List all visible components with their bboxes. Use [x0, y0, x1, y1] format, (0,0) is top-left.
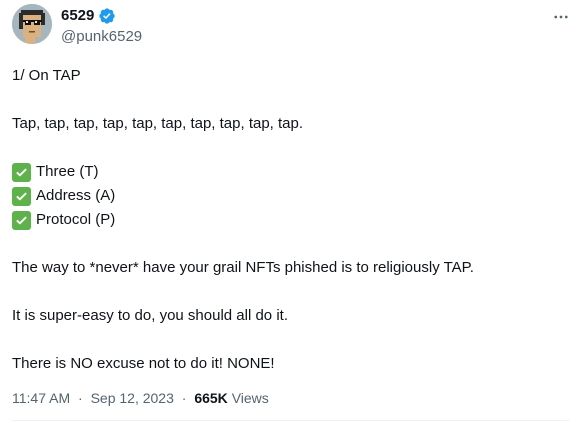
verified-badge-icon: [99, 8, 116, 24]
checklist-item-protocol: Protocol (P): [12, 208, 572, 232]
more-options-button[interactable]: [548, 4, 574, 30]
tweet-line-easy: It is super-easy to do, you should all d…: [12, 307, 288, 324]
meta-separator: ·: [78, 390, 83, 406]
avatar[interactable]: [12, 4, 52, 44]
checklist-label: Protocol (P): [36, 211, 116, 228]
tweet-line-taps: Tap, tap, tap, tap, tap, tap, tap, tap, …: [12, 115, 304, 132]
tweet-line-excuse: There is NO excuse not to do it! NONE!: [12, 355, 275, 372]
meta-separator: ·: [181, 390, 187, 406]
white-check-mark-icon: [12, 186, 31, 206]
tweet-date[interactable]: Sep 12, 2023: [91, 390, 174, 406]
views-count[interactable]: 665K: [194, 390, 227, 406]
checklist-label: Address (A): [36, 187, 116, 204]
divider: [12, 420, 570, 421]
author-name-row: 6529: [61, 7, 116, 25]
cryptopunk-avatar-icon: [12, 4, 52, 44]
checklist-item-address: Address (A): [12, 184, 572, 208]
checklist-label: Three (T): [36, 163, 99, 180]
tweet-time[interactable]: 11:47 AM: [12, 390, 70, 406]
tweet-line-intro: 1/ On TAP: [12, 67, 81, 84]
more-options-icon: [554, 15, 568, 19]
tweet-text: 1/ On TAP Tap, tap, tap, tap, tap, tap, …: [12, 64, 572, 376]
tweet-meta: 11:47 AM · Sep 12, 2023 · 665K Views: [12, 389, 269, 407]
tweet-card: 6529 @punk6529 1/ On TAP Tap, tap, tap, …: [0, 0, 582, 423]
checklist-item-three: Three (T): [12, 160, 572, 184]
tweet-line-never: The way to *never* have your grail NFTs …: [12, 259, 474, 276]
views-label: Views: [231, 390, 269, 406]
white-check-mark-icon: [12, 162, 31, 182]
display-name[interactable]: 6529: [61, 7, 94, 25]
author-handle[interactable]: @punk6529: [61, 28, 142, 46]
white-check-mark-icon: [12, 210, 31, 230]
